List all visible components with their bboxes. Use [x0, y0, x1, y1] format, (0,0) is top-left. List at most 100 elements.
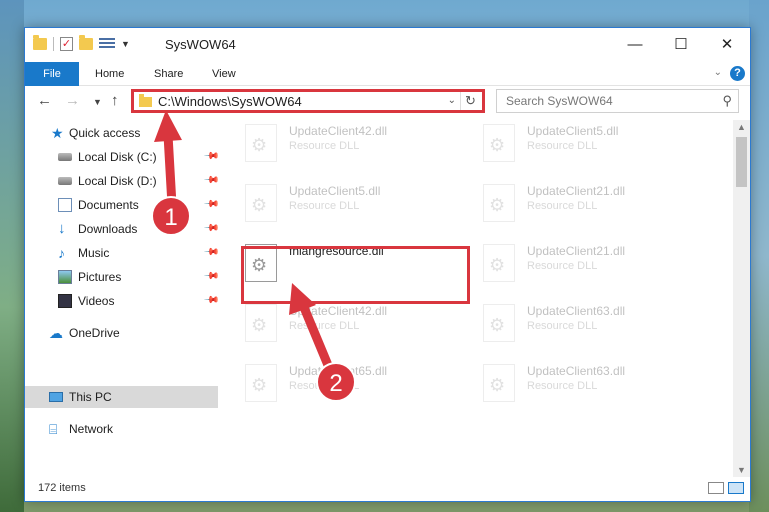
pin-icon[interactable]: 📌: [203, 244, 220, 261]
dll-file-icon: [483, 244, 515, 282]
sidebar-item-label: Network: [69, 422, 114, 436]
tab-view[interactable]: View: [212, 62, 236, 86]
sidebar-item-label: Documents: [78, 198, 139, 212]
sidebar-item-label: Videos: [78, 294, 115, 308]
file-type: Resource DLL: [289, 200, 360, 212]
sidebar-item-network[interactable]: ⌸ Network: [25, 418, 218, 440]
documents-icon: [58, 198, 72, 212]
forward-arrow-icon[interactable]: →: [65, 92, 80, 109]
file-name: UpdateClient42.dll: [289, 304, 388, 318]
up-arrow-icon[interactable]: ↑: [111, 92, 119, 109]
sidebar-item-label: Local Disk (D:): [78, 174, 157, 188]
pin-icon[interactable]: 📌: [203, 172, 220, 189]
dll-file-icon: [483, 364, 515, 402]
file-name: UpdateClient42.dll: [289, 124, 388, 138]
sidebar-item-label: This PC: [69, 390, 112, 404]
address-bar[interactable]: C:\Windows\SysWOW64 ⌄ ↻: [131, 89, 485, 113]
step-2-badge: 2: [316, 362, 356, 402]
expand-ribbon-chevron-down-icon[interactable]: ⌄: [714, 67, 722, 78]
folder-icon: [139, 94, 152, 107]
scrollbar-thumb[interactable]: [736, 137, 747, 187]
dll-file-icon: [245, 364, 277, 402]
search-placeholder: Search SysWOW64: [506, 94, 613, 108]
file-type: Resource DLL: [527, 200, 598, 212]
file-tile[interactable]: UpdateClient21.dll Resource DLL: [481, 240, 701, 292]
file-tile[interactable]: UpdateClient63.dll Resource DLL: [481, 360, 701, 412]
properties-check-icon[interactable]: ✓: [60, 37, 73, 51]
download-icon: ↓: [58, 220, 66, 237]
file-tile[interactable]: UpdateClient21.dll Resource DLL: [481, 180, 701, 232]
videos-icon: [58, 294, 72, 308]
folder-icon: [33, 35, 47, 50]
search-input[interactable]: Search SysWOW64 ⚲: [496, 89, 739, 113]
file-type: Resource DLL: [527, 320, 598, 332]
pictures-icon: [58, 270, 72, 284]
large-icons-view-icon[interactable]: [728, 482, 744, 494]
pin-icon[interactable]: 📌: [203, 268, 220, 285]
window-title: SysWOW64: [165, 37, 236, 52]
file-tile[interactable]: UpdateClient63.dll Resource DLL: [481, 300, 701, 352]
search-icon: ⚲: [722, 93, 732, 108]
tab-file[interactable]: File: [25, 62, 79, 86]
item-count: 172 items: [38, 482, 86, 494]
minimize-button[interactable]: —: [612, 28, 658, 60]
new-folder-icon[interactable]: [79, 35, 93, 50]
file-name: UpdateClient5.dll: [289, 184, 381, 198]
dll-file-icon: [245, 304, 277, 342]
sidebar-item-onedrive[interactable]: ☁ OneDrive: [25, 322, 218, 344]
file-tile[interactable]: UpdateClient42.dll Resource DLL: [243, 300, 463, 352]
details-view-icon[interactable]: [708, 482, 724, 494]
back-arrow-icon[interactable]: ←: [37, 92, 52, 109]
sidebar-item-label: Music: [78, 246, 110, 260]
sidebar-item-label: Quick access: [69, 126, 141, 140]
customize-toolbar-chevron-down-icon[interactable]: ▼: [121, 39, 130, 49]
maximize-button[interactable]: ☐: [658, 28, 704, 60]
refresh-icon[interactable]: ↻: [460, 92, 480, 110]
close-button[interactable]: ✕: [704, 28, 750, 60]
quick-access-toolbar: ✓ ▼: [33, 35, 130, 51]
customize-view-icon[interactable]: [99, 38, 115, 50]
sidebar-item-label: OneDrive: [69, 326, 120, 340]
vertical-scrollbar[interactable]: ▲ ▼: [733, 120, 750, 477]
address-path[interactable]: C:\Windows\SysWOW64: [158, 94, 302, 109]
toolbar-separator: [53, 37, 54, 51]
file-tile[interactable]: UpdateClient42.dll Resource DLL: [243, 120, 463, 172]
file-tile[interactable]: UpdateClient5.dll Resource DLL: [481, 120, 701, 172]
window-controls: — ☐ ✕: [612, 28, 750, 60]
file-tile[interactable]: UpdateClient5.dll Resource DLL: [243, 180, 463, 232]
pin-icon[interactable]: 📌: [203, 220, 220, 237]
file-type: Resource DLL: [527, 380, 598, 392]
desktop-background-left: [0, 0, 24, 512]
pin-icon[interactable]: 📌: [203, 148, 220, 165]
sidebar-item-local-disk-d[interactable]: Local Disk (D:) 📌: [25, 170, 220, 192]
dll-file-icon: [245, 124, 277, 162]
file-type: Resource DLL: [289, 320, 360, 332]
help-icon[interactable]: ?: [730, 66, 745, 81]
highlight-box-target-file: [241, 246, 470, 304]
sidebar-item-label: Pictures: [78, 270, 122, 284]
sidebar-item-videos[interactable]: Videos 📌: [25, 290, 220, 312]
file-type: Resource DLL: [527, 140, 598, 152]
sidebar-item-pictures[interactable]: Pictures 📌: [25, 266, 220, 288]
sidebar-item-quick-access[interactable]: ★ Quick access: [25, 122, 218, 144]
sidebar-item-local-disk-c[interactable]: Local Disk (C:) 📌: [25, 146, 220, 168]
recent-locations-chevron-down-icon[interactable]: ▼: [93, 97, 102, 107]
sidebar-item-music[interactable]: ♪ Music 📌: [25, 242, 220, 264]
scroll-down-arrow-icon[interactable]: ▼: [737, 465, 746, 475]
tab-home[interactable]: Home: [95, 62, 124, 86]
file-explorer-window: ✓ ▼ SysWOW64 — ☐ ✕ File Home Share View …: [24, 27, 751, 502]
pin-icon[interactable]: 📌: [203, 196, 220, 213]
sidebar-item-this-pc[interactable]: This PC: [25, 386, 218, 408]
address-history-chevron-down-icon[interactable]: ⌄: [448, 95, 456, 106]
drive-icon: [58, 153, 72, 161]
ribbon-tabs: File Home Share View ⌄ ?: [25, 62, 750, 86]
navigation-pane: ★ Quick access Local Disk (C:) 📌 Local D…: [25, 120, 220, 470]
pin-icon[interactable]: 📌: [203, 292, 220, 309]
network-icon: ⌸: [49, 421, 58, 437]
scroll-up-arrow-icon[interactable]: ▲: [737, 122, 746, 132]
music-icon: ♪: [58, 245, 65, 261]
status-bar: 172 items: [25, 477, 750, 501]
cloud-icon: ☁: [49, 325, 63, 341]
navigation-bar: ← → ▼ ↑ C:\Windows\SysWOW64 ⌄ ↻ Search S…: [25, 87, 750, 117]
tab-share[interactable]: Share: [154, 62, 183, 86]
